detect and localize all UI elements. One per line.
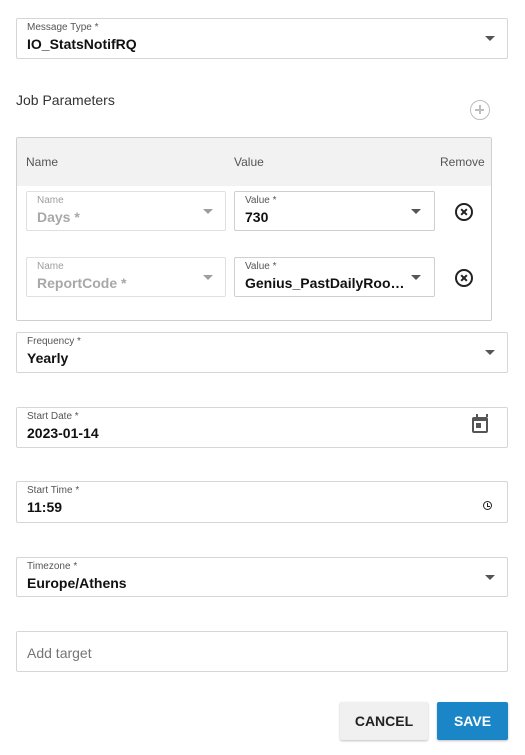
add-circle-icon[interactable] xyxy=(470,100,490,120)
clock-icon[interactable] xyxy=(483,501,492,510)
param-name-select[interactable]: Name Days * xyxy=(26,191,226,231)
message-type-select[interactable]: Message Type * IO_StatsNotifRQ xyxy=(16,18,508,59)
param-name-value: Days * xyxy=(37,209,80,225)
param-value-label: Value * xyxy=(245,261,277,272)
start-date-field[interactable]: Start Date * 2023-01-14 xyxy=(16,407,508,448)
chevron-down-icon[interactable] xyxy=(411,275,421,280)
chevron-down-icon[interactable] xyxy=(485,36,495,41)
param-name-label: Name xyxy=(37,261,64,272)
add-target-input[interactable]: Add target xyxy=(16,631,508,672)
start-date-value: 2023-01-14 xyxy=(27,425,99,441)
cancel-button[interactable]: CANCEL xyxy=(340,702,428,740)
param-name-select[interactable]: Name ReportCode * xyxy=(26,257,226,297)
start-date-label: Start Date * xyxy=(27,411,79,422)
param-value-value: Genius_PastDailyRoom... xyxy=(245,275,405,291)
chevron-down-icon[interactable] xyxy=(485,575,495,580)
timezone-value: Europe/Athens xyxy=(27,575,127,591)
column-header-remove: Remove xyxy=(440,155,485,169)
job-parameters-table: Name Value Remove Name Days * Value * 73… xyxy=(16,137,492,321)
param-name-label: Name xyxy=(37,195,64,206)
start-time-field[interactable]: Start Time * 11:59 xyxy=(16,481,508,523)
param-value-label: Value * xyxy=(245,195,277,206)
param-name-value: ReportCode * xyxy=(37,275,127,291)
frequency-label: Frequency * xyxy=(27,336,81,347)
param-value-select[interactable]: Value * Genius_PastDailyRoom... xyxy=(234,257,435,297)
timezone-select[interactable]: Timezone * Europe/Athens xyxy=(16,557,508,597)
timezone-label: Timezone * xyxy=(27,561,78,572)
param-value-select[interactable]: Value * 730 xyxy=(234,191,435,231)
frequency-select[interactable]: Frequency * Yearly xyxy=(16,332,508,373)
start-time-value: 11:59 xyxy=(27,499,63,515)
message-type-label: Message Type * xyxy=(27,22,99,33)
chevron-down-icon[interactable] xyxy=(203,209,213,214)
chevron-down-icon[interactable] xyxy=(203,275,213,280)
remove-circle-icon[interactable] xyxy=(455,269,473,287)
message-type-value: IO_StatsNotifRQ xyxy=(27,36,137,52)
job-parameters-header: Name Value Remove xyxy=(17,138,491,186)
save-button[interactable]: SAVE xyxy=(437,702,508,740)
column-header-name: Name xyxy=(26,155,59,169)
remove-circle-icon[interactable] xyxy=(455,203,473,221)
param-value-value: 730 xyxy=(245,209,269,225)
calendar-icon[interactable] xyxy=(472,414,488,433)
chevron-down-icon[interactable] xyxy=(485,350,495,355)
chevron-down-icon[interactable] xyxy=(411,209,421,214)
job-parameters-title: Job Parameters xyxy=(16,92,115,108)
start-time-label: Start Time * xyxy=(27,485,80,496)
column-header-value: Value xyxy=(234,155,264,169)
add-target-placeholder: Add target xyxy=(27,645,92,661)
frequency-value: Yearly xyxy=(27,350,69,366)
